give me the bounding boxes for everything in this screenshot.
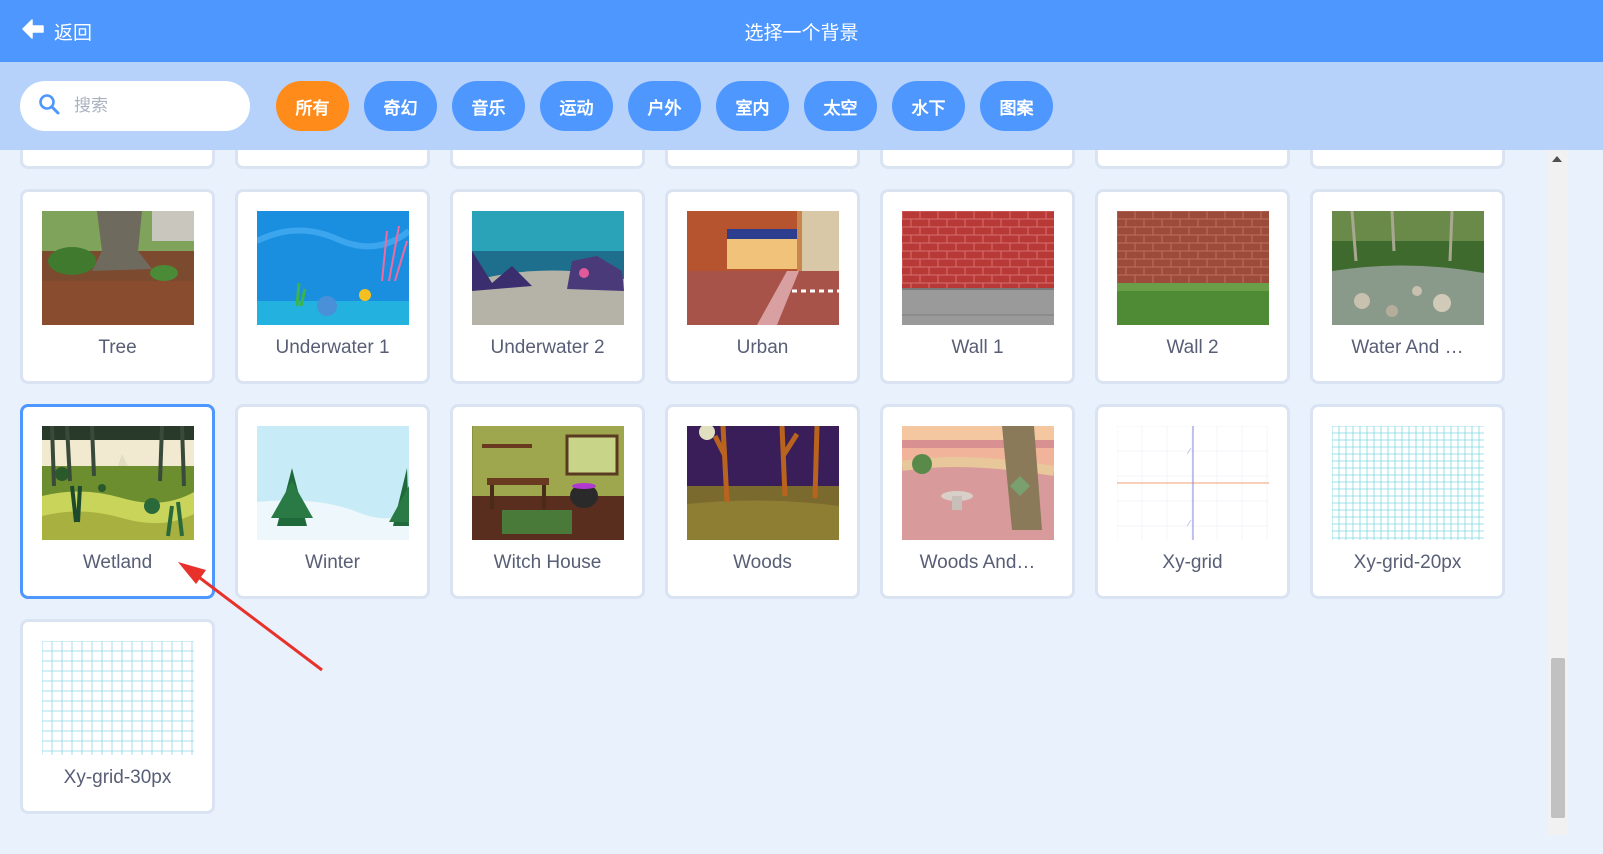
tag-5[interactable]: 室内 bbox=[716, 81, 789, 131]
scrollbar-thumb[interactable] bbox=[1551, 658, 1565, 818]
backdrop-name: Xy-grid bbox=[1162, 552, 1223, 573]
header-bar: 返回 选择一个背景 bbox=[0, 0, 1603, 62]
tag-8[interactable]: 图案 bbox=[980, 81, 1053, 131]
backdrop-card-partial[interactable] bbox=[1095, 150, 1290, 169]
backdrop-name: Woods And… bbox=[919, 552, 1036, 573]
search-icon bbox=[38, 93, 60, 119]
backdrop-card-partial[interactable] bbox=[1310, 150, 1505, 169]
tag-4[interactable]: 户外 bbox=[628, 81, 701, 131]
backdrop-card[interactable]: Water And … bbox=[1310, 189, 1505, 384]
backdrop-name: Woods bbox=[733, 552, 792, 573]
backdrop-card-partial[interactable] bbox=[450, 150, 645, 169]
backdrop-name: Witch House bbox=[493, 552, 602, 573]
backdrop-card[interactable]: Xy-grid-20px bbox=[1310, 404, 1505, 599]
backdrop-card-partial[interactable] bbox=[665, 150, 860, 169]
backdrop-name: Wetland bbox=[82, 552, 153, 573]
backdrop-thumbnail bbox=[1117, 426, 1269, 540]
backdrop-card[interactable]: Woods bbox=[665, 404, 860, 599]
backdrop-name: Xy-grid-30px bbox=[63, 767, 172, 788]
backdrop-thumbnail bbox=[902, 211, 1054, 325]
tag-2[interactable]: 音乐 bbox=[452, 81, 525, 131]
backdrop-name: Xy-grid-20px bbox=[1353, 552, 1462, 573]
search-box[interactable] bbox=[20, 81, 250, 131]
backdrop-thumbnail bbox=[687, 426, 839, 540]
filter-bar: 所有奇幻音乐运动户外室内太空水下图案 bbox=[0, 62, 1603, 150]
backdrop-thumbnail bbox=[472, 426, 624, 540]
backdrop-card[interactable]: Tree bbox=[20, 189, 215, 384]
backdrop-card[interactable]: Underwater 1 bbox=[235, 189, 430, 384]
backdrop-name: Water And … bbox=[1351, 337, 1464, 358]
backdrop-thumbnail bbox=[1332, 211, 1484, 325]
backdrop-thumbnail bbox=[42, 211, 194, 325]
backdrop-thumbnail bbox=[1332, 426, 1484, 540]
backdrop-card-partial[interactable] bbox=[235, 150, 430, 169]
backdrop-card-partial[interactable] bbox=[880, 150, 1075, 169]
backdrop-card[interactable]: Wetland bbox=[20, 404, 215, 599]
backdrop-thumbnail bbox=[257, 211, 409, 325]
backdrop-name: Winter bbox=[305, 552, 360, 573]
backdrop-thumbnail bbox=[42, 641, 194, 755]
backdrop-name: Tree bbox=[98, 337, 137, 358]
backdrop-thumbnail bbox=[902, 426, 1054, 540]
tag-3[interactable]: 运动 bbox=[540, 81, 613, 131]
tag-0[interactable]: 所有 bbox=[276, 81, 349, 131]
backdrop-grid: Tree Underwater 1 Underwater 2 Urban Wall 1 W… bbox=[0, 150, 1548, 854]
backdrop-name: Urban bbox=[736, 337, 789, 358]
backdrop-thumbnail bbox=[1117, 211, 1269, 325]
backdrop-thumbnail bbox=[42, 426, 194, 540]
backdrop-name: Underwater 1 bbox=[275, 337, 390, 358]
backdrop-card[interactable]: Wall 1 bbox=[880, 189, 1075, 384]
backdrop-thumbnail bbox=[687, 211, 839, 325]
tag-1[interactable]: 奇幻 bbox=[364, 81, 437, 131]
backdrop-card[interactable]: Xy-grid-30px bbox=[20, 619, 215, 814]
backdrop-name: Underwater 2 bbox=[490, 337, 605, 358]
backdrop-card[interactable]: Xy-grid bbox=[1095, 404, 1290, 599]
scrollbar[interactable] bbox=[1548, 150, 1568, 835]
backdrop-card[interactable]: Woods And… bbox=[880, 404, 1075, 599]
scroll-up-arrow-icon[interactable] bbox=[1552, 156, 1562, 162]
backdrop-name: Wall 2 bbox=[1166, 337, 1219, 358]
backdrop-thumbnail bbox=[257, 426, 409, 540]
backdrop-card[interactable]: Underwater 2 bbox=[450, 189, 645, 384]
backdrop-card[interactable]: Urban bbox=[665, 189, 860, 384]
backdrop-card[interactable]: Witch House bbox=[450, 404, 645, 599]
backdrop-card[interactable]: Winter bbox=[235, 404, 430, 599]
tag-7[interactable]: 水下 bbox=[892, 81, 965, 131]
page-title: 选择一个背景 bbox=[744, 22, 859, 44]
backdrop-card-partial[interactable] bbox=[20, 150, 215, 169]
search-input[interactable] bbox=[74, 96, 234, 116]
backdrop-name: Wall 1 bbox=[951, 337, 1004, 358]
backdrop-thumbnail bbox=[472, 211, 624, 325]
tag-6[interactable]: 太空 bbox=[804, 81, 877, 131]
backdrop-card[interactable]: Wall 2 bbox=[1095, 189, 1290, 384]
